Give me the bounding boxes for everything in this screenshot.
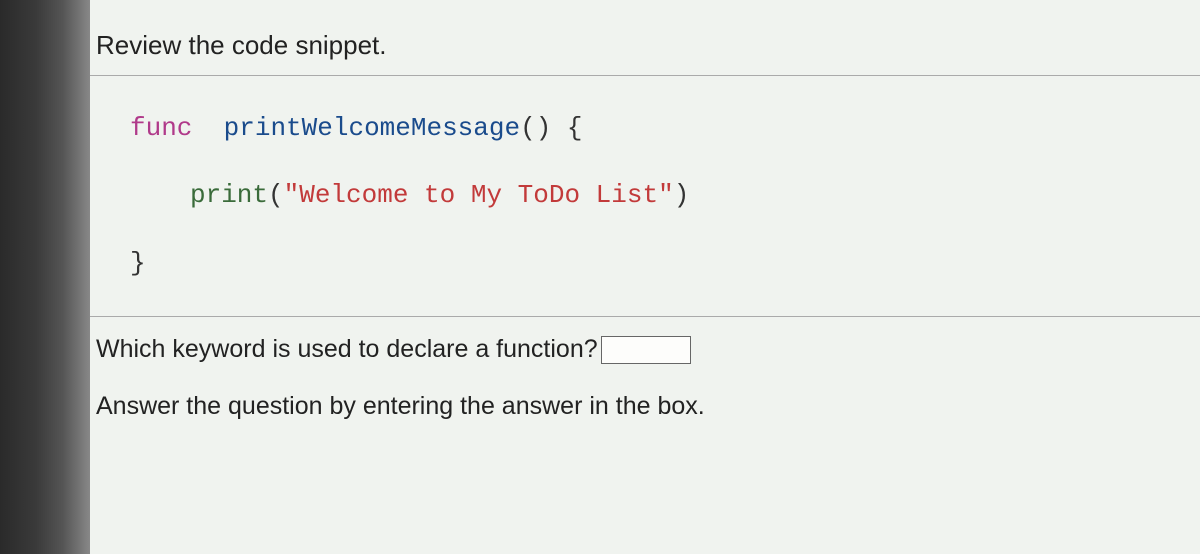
instruction-text: Answer the question by entering the answ… <box>90 374 1200 431</box>
print-call: print <box>190 180 268 210</box>
code-line-2: print("Welcome to My ToDo List") <box>130 171 1180 220</box>
answer-input[interactable] <box>601 336 691 364</box>
question-text: Which keyword is used to declare a funct… <box>96 335 598 364</box>
open-brace: { <box>551 113 582 143</box>
close-paren: ) <box>674 180 690 210</box>
function-name: printWelcomeMessage <box>224 113 520 143</box>
open-paren: ( <box>268 180 284 210</box>
keyword-func: func <box>130 113 192 143</box>
question-row: Which keyword is used to declare a funct… <box>90 317 1200 374</box>
code-line-3: } <box>130 239 1180 288</box>
parentheses: () <box>520 113 551 143</box>
close-brace: } <box>130 248 146 278</box>
monitor-bezel <box>0 0 90 554</box>
quiz-panel: Review the code snippet. func printWelco… <box>90 0 1200 554</box>
code-line-1: func printWelcomeMessage() { <box>130 104 1180 153</box>
string-literal: "Welcome to My ToDo List" <box>284 180 674 210</box>
section-title: Review the code snippet. <box>90 20 1200 76</box>
code-snippet: func printWelcomeMessage() { print("Welc… <box>90 76 1200 317</box>
